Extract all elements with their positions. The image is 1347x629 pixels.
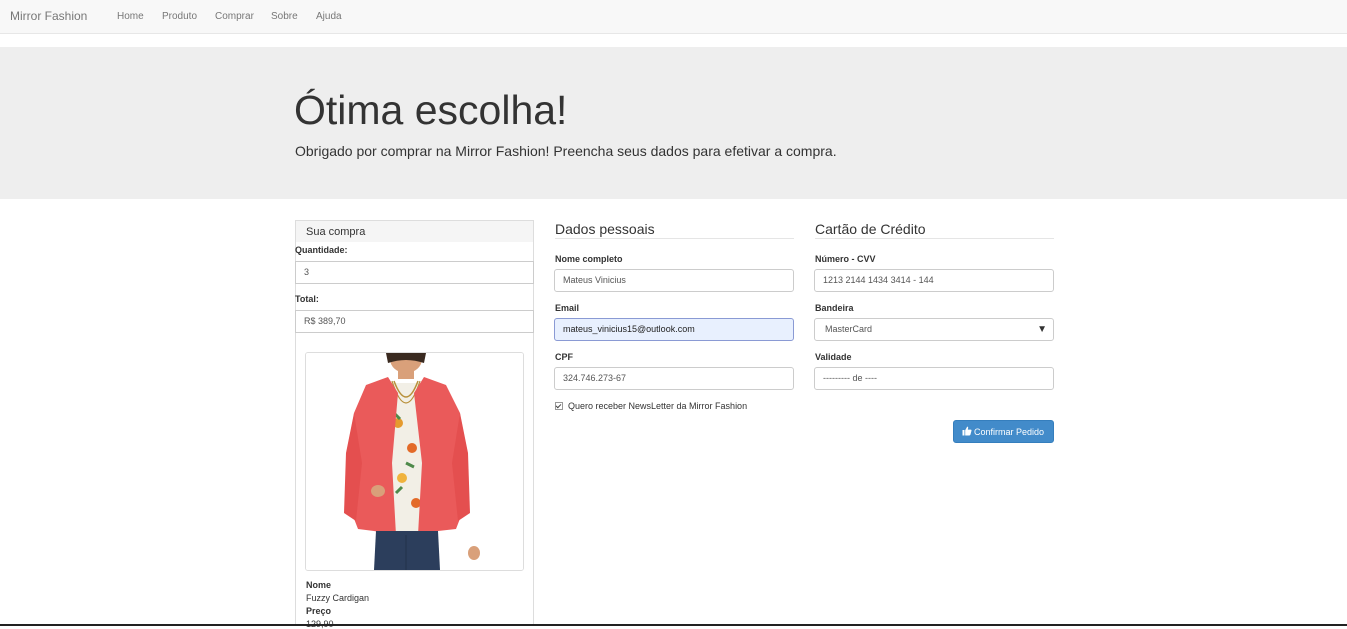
- product-image: [305, 352, 524, 571]
- thumbs-up-icon: [962, 426, 972, 438]
- credit-card-heading: Cartão de Crédito: [815, 221, 1054, 239]
- confirm-order-label: Confirmar Pedido: [974, 427, 1045, 437]
- newsletter-label[interactable]: Quero receber NewsLetter da Mirror Fashi…: [568, 401, 747, 411]
- page-subtitle: Obrigado por comprar na Mirror Fashion! …: [295, 143, 837, 159]
- top-navbar: Mirror Fashion Home Produto Comprar Sobr…: [0, 0, 1347, 34]
- page-title: Ótima escolha!: [294, 87, 568, 133]
- brand-link[interactable]: Mirror Fashion: [10, 9, 87, 23]
- card-brand-label: Bandeira: [815, 303, 854, 313]
- product-price-label: Preço: [306, 606, 332, 616]
- validity-input[interactable]: --------- de ----: [814, 367, 1054, 390]
- card-number-label: Número - CVV: [815, 254, 876, 264]
- fullname-input[interactable]: Mateus Vinicius: [554, 269, 794, 292]
- jumbotron: Ótima escolha! Obrigado por comprar na M…: [0, 47, 1347, 199]
- nav-produto[interactable]: Produto: [162, 11, 197, 22]
- email-input[interactable]: mateus_vinicius15@outlook.com: [554, 318, 794, 341]
- nav-ajuda[interactable]: Ajuda: [316, 11, 342, 22]
- card-brand-value: MasterCard: [825, 324, 873, 334]
- confirm-order-button[interactable]: Confirmar Pedido: [953, 420, 1054, 443]
- product-name-label: Nome: [306, 580, 332, 590]
- total-label: Total:: [295, 294, 319, 304]
- chevron-down-icon: ▼: [1037, 324, 1047, 335]
- cardigan-photo-icon: [306, 353, 523, 570]
- card-brand-select[interactable]: MasterCard ▼: [814, 318, 1054, 341]
- cpf-input[interactable]: 324.746.273-67: [554, 367, 794, 390]
- quantity-input[interactable]: 3: [295, 261, 534, 284]
- fullname-label: Nome completo: [555, 254, 623, 264]
- newsletter-checkbox[interactable]: [555, 402, 563, 410]
- purchase-panel-title: Sua compra: [306, 226, 366, 238]
- product-name: Fuzzy Cardigan: [306, 593, 370, 603]
- nav-comprar[interactable]: Comprar: [215, 11, 254, 22]
- purchase-panel-heading: Sua compra: [295, 220, 534, 242]
- nav-sobre[interactable]: Sobre: [271, 11, 298, 22]
- personal-data-heading: Dados pessoais: [555, 221, 794, 239]
- card-number-input[interactable]: 1213 2144 1434 3414 - 144: [814, 269, 1054, 292]
- total-output: R$ 389,70: [295, 310, 534, 333]
- nav-home[interactable]: Home: [117, 11, 144, 22]
- quantity-label: Quantidade:: [295, 245, 348, 255]
- validity-label: Validade: [815, 352, 852, 362]
- cpf-label: CPF: [555, 352, 573, 362]
- email-label: Email: [555, 303, 580, 313]
